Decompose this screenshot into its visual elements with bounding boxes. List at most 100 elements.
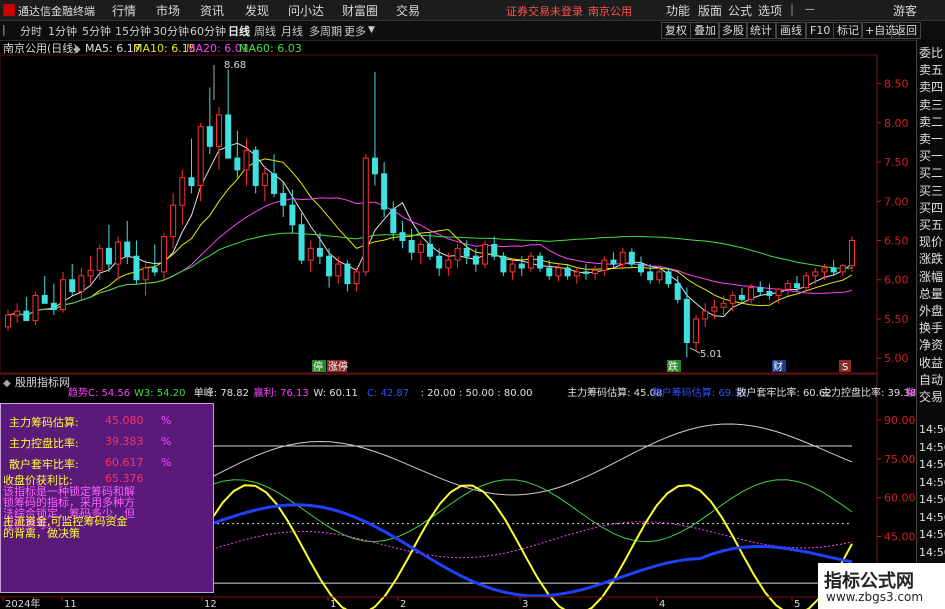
candle-body <box>335 263 342 277</box>
quote-label-4: 卖二 <box>919 114 944 129</box>
candle-body <box>170 204 177 238</box>
diejia-button[interactable]: 叠加 <box>690 22 720 39</box>
quote-label-19[interactable]: 自动 <box>919 371 943 388</box>
x-tick-label: 2024年 <box>5 597 40 609</box>
menu-gongneng[interactable]: 功能 <box>666 2 690 19</box>
quote-label-9: 买四 <box>919 200 944 215</box>
menu-zixun[interactable]: 资讯 <box>200 2 224 19</box>
f10-button[interactable]: F10 <box>806 22 835 39</box>
candle-body <box>564 267 571 277</box>
menu-wenxiaoda[interactable]: 问小达 <box>288 2 324 19</box>
period-60min[interactable]: 60分钟 <box>190 23 226 39</box>
trade-time-7: 14:56 <box>919 545 945 559</box>
indicator-value-11: 散户套 <box>906 386 916 399</box>
quote-label-16: 换手 <box>919 321 944 336</box>
period-15min[interactable]: 15分钟 <box>115 23 151 39</box>
biaoji-button[interactable]: 标记 <box>833 22 863 39</box>
ma-lines <box>7 142 853 318</box>
candle-body <box>133 255 140 281</box>
fuquan-button[interactable]: 复权 <box>661 22 691 39</box>
popup-unit-main-chip: % <box>161 414 172 427</box>
menubar: 通达信金融终端 行情 市场 资讯 发现 问小达 财富圈 交易 证券交易未登录 南… <box>0 0 945 21</box>
candle-body <box>371 157 378 175</box>
period-1min[interactable]: 1分钟 <box>48 23 77 39</box>
candle-body <box>87 269 94 277</box>
menu-gongshi[interactable]: 公式 <box>728 2 752 19</box>
candle-body <box>225 114 232 159</box>
period-multi[interactable]: 多周期 <box>309 23 342 39</box>
menu-xuanxiang[interactable]: 选项 <box>758 2 782 19</box>
suspend-marker-text: 停 <box>313 360 323 373</box>
candle-body <box>362 157 369 273</box>
ma60-label: MA60: 6.03 <box>239 42 302 55</box>
popup-value-main-chip: 45.080 <box>105 414 144 427</box>
candle-body <box>105 247 112 265</box>
tongji-button[interactable]: 统计 <box>746 22 776 39</box>
candle-body <box>216 114 222 147</box>
huaxian-button[interactable]: 画线 <box>776 22 806 39</box>
indicator-value-0: 趋势C: 54.56 <box>68 386 130 399</box>
menu-jiaoyi[interactable]: 交易 <box>396 2 420 19</box>
x-tick-label: 11 <box>64 599 77 609</box>
more-chevron-icon[interactable]: ▼ <box>368 25 375 35</box>
price-panel-frame <box>0 54 878 374</box>
quote-label-1: 卖五 <box>919 63 944 78</box>
quote-label-6: 买一 <box>919 149 944 164</box>
popup-note: 主流资金,可监控筹码资金的背离，做决策 <box>3 515 128 540</box>
period-more[interactable]: 更多 <box>344 23 366 39</box>
candle-body <box>234 157 241 171</box>
candle-body <box>261 173 268 187</box>
candle-body <box>316 247 323 257</box>
popup-value-trapped: 60.617 <box>105 456 144 469</box>
trade-time-6: 14:56 <box>919 528 945 541</box>
login-status[interactable]: 证券交易未登录 <box>506 3 583 19</box>
quote-label-18: 收益 <box>919 355 944 370</box>
period-monthly[interactable]: 月线 <box>281 23 303 39</box>
duogu-button[interactable]: 多股 <box>718 22 748 39</box>
candle-body <box>289 204 296 226</box>
candle-body <box>179 177 186 206</box>
period-daily[interactable]: 日线 <box>228 23 250 39</box>
candle-body <box>546 267 553 277</box>
candle-body <box>326 255 333 277</box>
candle-body <box>738 294 745 300</box>
candle-body <box>298 224 305 261</box>
trade-time-1: 14:56 <box>919 440 945 454</box>
x-tick-label: 5 <box>794 599 800 609</box>
candle-body <box>509 263 516 273</box>
menu-faxian[interactable]: 发现 <box>245 2 269 19</box>
candle-body <box>711 306 718 312</box>
indicator-value-7: 主力筹码估算: 45.08 <box>567 386 662 399</box>
candle-body <box>582 271 589 274</box>
price-panel-collapse-icon: ◆ <box>73 44 81 55</box>
candle-body <box>23 310 30 322</box>
candle-body <box>50 302 57 311</box>
menu-hangqing[interactable]: 行情 <box>112 2 136 19</box>
chip-info-popup[interactable]: 主力筹码估算: 45.080 % 主力控盘比率: 39.383 % 散户套牢比率… <box>0 403 214 593</box>
candle-body <box>555 267 562 277</box>
period-30min[interactable]: 30分钟 <box>153 23 189 39</box>
period-weekly[interactable]: 周线 <box>254 23 276 39</box>
indicator-value-5: C: 42.87 <box>367 388 409 399</box>
ma5-line <box>7 142 853 318</box>
quote-label-20[interactable]: 交易 <box>919 388 943 405</box>
period-fenshi[interactable]: 分时 <box>20 23 42 39</box>
back-button[interactable]: 返回 <box>891 22 921 39</box>
window-min-icon[interactable]: — <box>805 4 815 15</box>
price-tick-label: 5.50 <box>884 313 909 326</box>
price-tick-label: 7.00 <box>884 195 909 208</box>
candle-body <box>78 275 85 293</box>
menu-banmian[interactable]: 版面 <box>698 2 722 19</box>
menu-shichang[interactable]: 市场 <box>156 2 180 19</box>
indicator-name: 殷朋指标网 <box>15 375 70 389</box>
guest-button[interactable]: 游客 <box>893 2 917 19</box>
period-5min[interactable]: 5分钟 <box>82 23 111 39</box>
candle-body <box>720 302 727 308</box>
menu-caifuquan[interactable]: 财富圈 <box>342 2 378 19</box>
quote-label-7: 买二 <box>919 166 944 181</box>
indicator-lines <box>211 423 853 609</box>
quote-label-17: 净资 <box>919 338 944 353</box>
quote-label-0: 委比 <box>919 46 944 60</box>
quote-label-8: 买三 <box>919 183 944 198</box>
x-tick-label: 3 <box>522 599 528 609</box>
